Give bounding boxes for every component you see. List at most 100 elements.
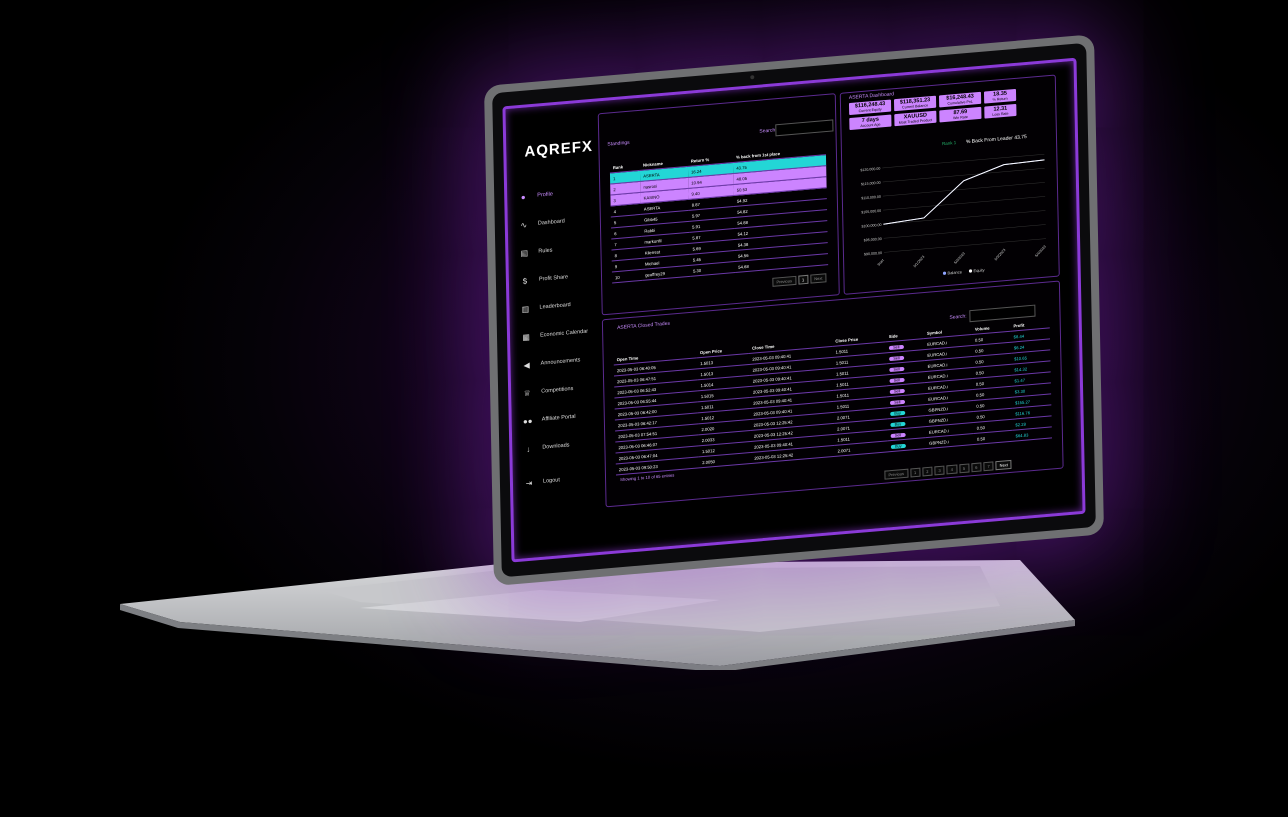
sidebar-item-label: Rules xyxy=(538,247,553,255)
balance-equity-chart: $90,000.00 $95,000.00 $100,000.00 $105,000.… xyxy=(860,153,1047,275)
legend-label: Balance xyxy=(947,269,962,275)
standings-pagination: Previous 1 Next xyxy=(772,273,827,287)
standings-search-label: Search: xyxy=(759,127,777,135)
y-tick-label: $105,000.00 xyxy=(861,209,881,215)
y-tick-label: $115,000.00 xyxy=(861,181,881,187)
dollar-icon: $ xyxy=(522,276,528,286)
users-icon: ●● xyxy=(522,415,533,426)
table-cell: 5.30 xyxy=(689,261,736,277)
table-cell: 10 xyxy=(611,269,643,283)
y-tick-label: $110,000.00 xyxy=(861,195,881,201)
sell-badge: Sell xyxy=(889,366,904,372)
sidebar-item-label: Announcements xyxy=(540,357,581,367)
previous-button[interactable]: Previous xyxy=(884,468,909,480)
table-cell: Buy xyxy=(887,437,927,452)
stat-most-traded: XAUUSD Most Traded Product xyxy=(894,110,937,127)
user-icon: ● xyxy=(520,192,526,202)
page-button[interactable]: 2 xyxy=(922,466,933,477)
buy-badge: Buy xyxy=(891,443,906,449)
closed-trades-panel: ASERTA Closed Trades Search: Open Time O… xyxy=(601,280,1064,508)
laptop-mockup: AQREFX ● Profile ∿ Dashboard ▤ Rules $ Profi… xyxy=(0,0,1288,817)
screen-bezel: AQREFX ● Profile ∿ Dashboard ▤ Rules $ Profi… xyxy=(492,42,1096,578)
legend-marker xyxy=(942,271,947,275)
series-line-equity xyxy=(883,159,1045,225)
gridline xyxy=(882,168,1045,183)
sidebar-nav: ● Profile ∿ Dashboard ▤ Rules $ Profit Share… xyxy=(515,177,601,498)
legend-label: Equity xyxy=(973,267,984,273)
x-tick-label: 5/3/2023 xyxy=(994,248,1007,261)
x-tick-label: 5/1/2023 xyxy=(913,255,926,268)
sell-badge: Sell xyxy=(889,388,905,394)
dashboard-panel: ASERTA Dashboard $116,248.43 Current Equi… xyxy=(839,74,1060,295)
stat-cumulative-pnl: $16,248.43 Cumulative PnL xyxy=(938,91,982,108)
gridline xyxy=(883,196,1046,211)
trades-pagination: Previous 1 2 3 4 5 6 7 Next xyxy=(884,459,1012,480)
previous-button[interactable]: Previous xyxy=(772,275,797,287)
x-tick-label: 5/4/2023 xyxy=(1034,245,1047,258)
app-logo[interactable]: AQREFX xyxy=(524,138,593,161)
sidebar-item-label: Economic Calendar xyxy=(540,328,589,339)
leaderboard-icon: ▥ xyxy=(521,304,530,314)
page-button[interactable]: 4 xyxy=(946,464,958,475)
gridline xyxy=(882,153,1045,169)
calendar-icon: ▦ xyxy=(522,332,530,342)
x-tick-label: 5/2/2023 xyxy=(953,252,966,265)
legend-marker xyxy=(968,269,973,273)
sidebar-item-label: Competitions xyxy=(541,385,574,395)
x-tick-label: Start xyxy=(877,258,885,266)
table-cell: 0.50 xyxy=(973,430,1013,445)
sidebar-item-label: Logout xyxy=(542,477,560,485)
gridline xyxy=(882,182,1045,197)
sidebar-item-label: Profit Share xyxy=(538,274,569,283)
next-button[interactable]: Next xyxy=(995,459,1012,471)
page-button[interactable]: 5 xyxy=(958,463,970,474)
page-button[interactable]: 3 xyxy=(934,465,945,476)
standings-table: Rank Nickname Return % % back from 1st p… xyxy=(609,145,829,283)
document-icon: ▤ xyxy=(520,248,529,258)
sell-badge: Sell xyxy=(890,432,906,438)
page-button[interactable]: 1 xyxy=(797,274,809,285)
trophy-icon: ♕ xyxy=(523,388,531,398)
closed-trades-table: Open Time Open Price Close Time Close Pr… xyxy=(613,318,1052,475)
app-screen: AQREFX ● Profile ∿ Dashboard ▤ Rules $ Profi… xyxy=(502,57,1086,563)
sidebar-item-label: Affiliate Portal xyxy=(541,413,576,423)
standings-search-input[interactable] xyxy=(775,119,834,137)
stat-current-balance: $118,351.23 Current Balance xyxy=(893,95,937,112)
page-button[interactable]: 1 xyxy=(909,467,921,478)
standings-panel: Standings Search: Rank Nickname Return %… xyxy=(597,93,840,316)
sidebar-item-downloads[interactable]: ↓ Downloads xyxy=(520,429,601,464)
stat-current-equity: $116,248.43 Current Equity xyxy=(848,99,892,116)
trades-search-label: Search: xyxy=(949,313,967,321)
y-tick-label: $100,000.00 xyxy=(861,223,881,229)
sidebar-item-label: Downloads xyxy=(542,442,570,451)
page-button[interactable]: 7 xyxy=(983,461,994,472)
sell-badge: Sell xyxy=(889,377,905,383)
series-line-balance xyxy=(883,159,1045,225)
stat-account-age: 7 days Account Age xyxy=(849,114,892,131)
stat-return: 18.35% Return xyxy=(983,88,1017,104)
chart-icon: ∿ xyxy=(520,220,528,230)
gridline xyxy=(883,210,1046,225)
buy-badge: Buy xyxy=(890,410,905,416)
megaphone-icon: ◀ xyxy=(523,360,530,370)
sidebar-item-label: Dashboard xyxy=(537,218,565,227)
sidebar-item-logout[interactable]: ⇥ Logout xyxy=(521,463,602,498)
sidebar-item-label: Profile xyxy=(537,191,553,199)
download-icon: ↓ xyxy=(526,444,531,454)
gridline xyxy=(883,224,1046,239)
logout-icon: ⇥ xyxy=(525,478,533,488)
laptop-lid: AQREFX ● Profile ∿ Dashboard ▤ Rules $ Profi… xyxy=(484,34,1104,586)
rank-indicator: Rank 1 xyxy=(941,140,957,147)
stat-win-rate: 87.69 Win Rate xyxy=(939,106,982,123)
y-tick-label: $90,000.00 xyxy=(864,251,882,257)
gridline xyxy=(883,238,1047,253)
sell-badge: Sell xyxy=(889,355,904,361)
page-button[interactable]: 6 xyxy=(971,462,982,473)
y-tick-label: $95,000.00 xyxy=(864,237,882,243)
y-tick-label: $120,000.00 xyxy=(860,167,880,173)
next-button[interactable]: Next xyxy=(810,273,827,284)
sell-badge: Sell xyxy=(890,399,905,405)
table-cell: $64.83 xyxy=(1012,426,1052,442)
closed-trades-title: ASERTA Closed Trades xyxy=(617,320,671,332)
sell-badge: Sell xyxy=(889,344,904,350)
